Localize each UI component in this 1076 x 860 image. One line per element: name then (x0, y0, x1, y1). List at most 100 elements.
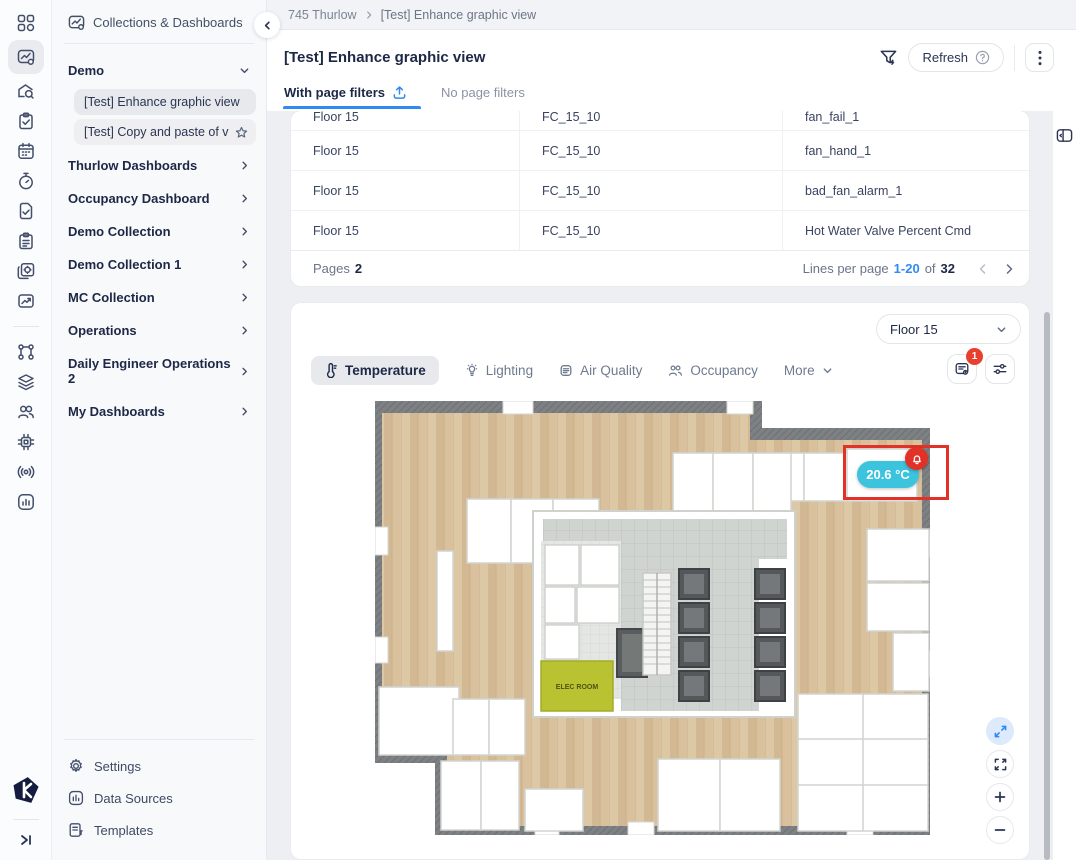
data-sources-icon (68, 790, 84, 806)
tab-lighting[interactable]: Lighting (465, 363, 533, 378)
fullscreen-button[interactable] (986, 750, 1014, 778)
tab-occupancy[interactable]: Occupancy (668, 363, 758, 378)
sidebar-header-label: Collections & Dashboards (93, 15, 243, 30)
workflow-nodes-icon[interactable] (8, 337, 44, 367)
bar-chart-box-icon[interactable] (8, 487, 44, 517)
star-icon[interactable] (235, 126, 248, 139)
sidebar-item-test-enhance-graphic-view[interactable]: [Test] Enhance graphic view (74, 89, 256, 115)
vertical-scrollbar[interactable] (1044, 312, 1050, 860)
icon-rail (0, 0, 52, 860)
breadcrumb-root[interactable]: 745 Thurlow (288, 8, 357, 22)
clipboard-check-icon[interactable] (8, 106, 44, 136)
sidebar-item-test-copy-and-paste[interactable]: [Test] Copy and paste of v (74, 119, 256, 145)
collections-icon (68, 14, 85, 31)
rail-divider (13, 326, 39, 327)
display-settings-button[interactable] (985, 354, 1015, 384)
sidebar-group-thurlow-dashboards[interactable]: Thurlow Dashboards (64, 149, 256, 182)
sidebar: Collections & Dashboards Demo [Test] Enh… (52, 0, 267, 860)
upload-icon[interactable] (392, 85, 407, 100)
next-page-icon[interactable] (1003, 263, 1015, 275)
sidebar-group-operations[interactable]: Operations (64, 314, 256, 347)
more-options-button[interactable] (1025, 43, 1054, 72)
lightbulb-icon (465, 363, 479, 378)
floor-select-dropdown[interactable]: Floor 15 (876, 314, 1021, 344)
breadcrumb: 745 Thurlow [Test] Enhance graphic view (267, 0, 1076, 30)
table-row[interactable]: Floor 15 FC_15_10 fan_hand_1 (291, 131, 1029, 171)
page-tabs: With page filters No page filters (267, 85, 1076, 109)
tab-more[interactable]: More (784, 363, 833, 378)
collections-tree: Demo [Test] Enhance graphic view [Test] … (52, 44, 266, 428)
kebab-icon (1038, 50, 1042, 66)
collapse-sidebar-button[interactable] (254, 12, 280, 38)
minus-icon (994, 824, 1006, 836)
pages-value: 2 (355, 261, 362, 276)
refresh-button[interactable]: Refresh (908, 43, 1004, 72)
templates-icon (68, 822, 84, 838)
breadcrumb-current: [Test] Enhance graphic view (381, 8, 537, 22)
broadcast-icon[interactable] (8, 457, 44, 487)
alarm-bell-icon[interactable] (905, 447, 928, 470)
sidebar-item-templates[interactable]: Templates (52, 814, 266, 846)
floorplan-viewport[interactable]: ELEC ROOM (375, 401, 930, 835)
expand-arrows-icon (994, 725, 1007, 738)
zoom-in-button[interactable] (986, 783, 1014, 811)
chevron-down-icon (996, 324, 1007, 335)
apps-grid-icon[interactable] (8, 8, 44, 38)
sidebar-group-my-dashboards[interactable]: My Dashboards (64, 395, 256, 428)
sidebar-item-data-sources[interactable]: Data Sources (52, 782, 266, 814)
expand-rail-icon[interactable] (18, 832, 34, 848)
collections-dashboards-icon[interactable] (8, 40, 44, 74)
page-header: [Test] Enhance graphic view Refresh With… (267, 30, 1076, 111)
sidebar-group-demo-collection[interactable]: Demo Collection (64, 215, 256, 248)
sidebar-group-daily-engineer-operations-2[interactable]: Daily Engineer Operations 2 (64, 347, 256, 395)
building-search-icon[interactable] (8, 76, 44, 106)
chevron-down-icon (822, 365, 833, 376)
sidebar-group-occupancy-dashboard[interactable]: Occupancy Dashboard (64, 182, 256, 215)
document-check-icon[interactable] (8, 196, 44, 226)
previous-page-icon[interactable] (977, 263, 989, 275)
elec-room-label: ELEC ROOM (556, 684, 599, 691)
calendar-icon[interactable] (8, 136, 44, 166)
layers-icon[interactable] (8, 367, 44, 397)
tab-with-page-filters[interactable]: With page filters (284, 85, 407, 109)
resize-button[interactable] (986, 717, 1014, 745)
thermometer-icon (324, 363, 338, 378)
stopwatch-icon[interactable] (8, 166, 44, 196)
fullscreen-icon (994, 758, 1007, 771)
app-logo (11, 775, 41, 805)
table-row[interactable]: Floor 15 FC_15_10 Hot Water Valve Percen… (291, 211, 1029, 251)
lines-range[interactable]: 1-20 (894, 261, 920, 276)
right-panel-collapsed (1053, 111, 1076, 860)
image-chart-icon[interactable] (8, 286, 44, 316)
chevron-right-icon (239, 292, 250, 303)
open-right-panel-icon[interactable] (1056, 127, 1074, 144)
alerts-button[interactable]: 1 (947, 354, 977, 384)
gallery-settings-icon[interactable] (8, 256, 44, 286)
plan-tool-buttons: 1 (947, 354, 1015, 384)
table-row[interactable]: Floor 15 FC_15_10 bad_fan_alarm_1 (291, 171, 1029, 211)
sidebar-group-mc-collection[interactable]: MC Collection (64, 281, 256, 314)
header-divider (1014, 45, 1015, 71)
chevron-right-icon (239, 193, 250, 204)
chevron-down-icon (239, 65, 250, 76)
chip-icon[interactable] (8, 427, 44, 457)
main-area: 745 Thurlow [Test] Enhance graphic view … (267, 0, 1076, 860)
plus-icon (994, 791, 1006, 803)
sidebar-footer-divider (64, 739, 254, 740)
sliders-icon (992, 361, 1008, 377)
device-alert-icon (954, 361, 970, 377)
sidebar-group-demo[interactable]: Demo (64, 54, 256, 87)
sidebar-group-demo-collection-1[interactable]: Demo Collection 1 (64, 248, 256, 281)
tab-temperature[interactable]: Temperature (311, 356, 439, 385)
lines-per-page-label: Lines per page (803, 261, 889, 276)
tab-air-quality[interactable]: Air Quality (559, 363, 642, 378)
tab-no-page-filters[interactable]: No page filters (441, 85, 525, 109)
clipboard-list-icon[interactable] (8, 226, 44, 256)
breadcrumb-separator-icon (364, 10, 374, 20)
table-row[interactable]: Floor 15 FC_15_10 fan_fail_1 (291, 111, 1029, 131)
zoom-out-button[interactable] (986, 816, 1014, 844)
filter-funnel-icon[interactable] (879, 48, 898, 67)
users-icon[interactable] (8, 397, 44, 427)
floorplan-card: Floor 15 Temperature Lighting Air Qualit… (291, 303, 1029, 859)
sidebar-item-settings[interactable]: Settings (52, 750, 266, 782)
